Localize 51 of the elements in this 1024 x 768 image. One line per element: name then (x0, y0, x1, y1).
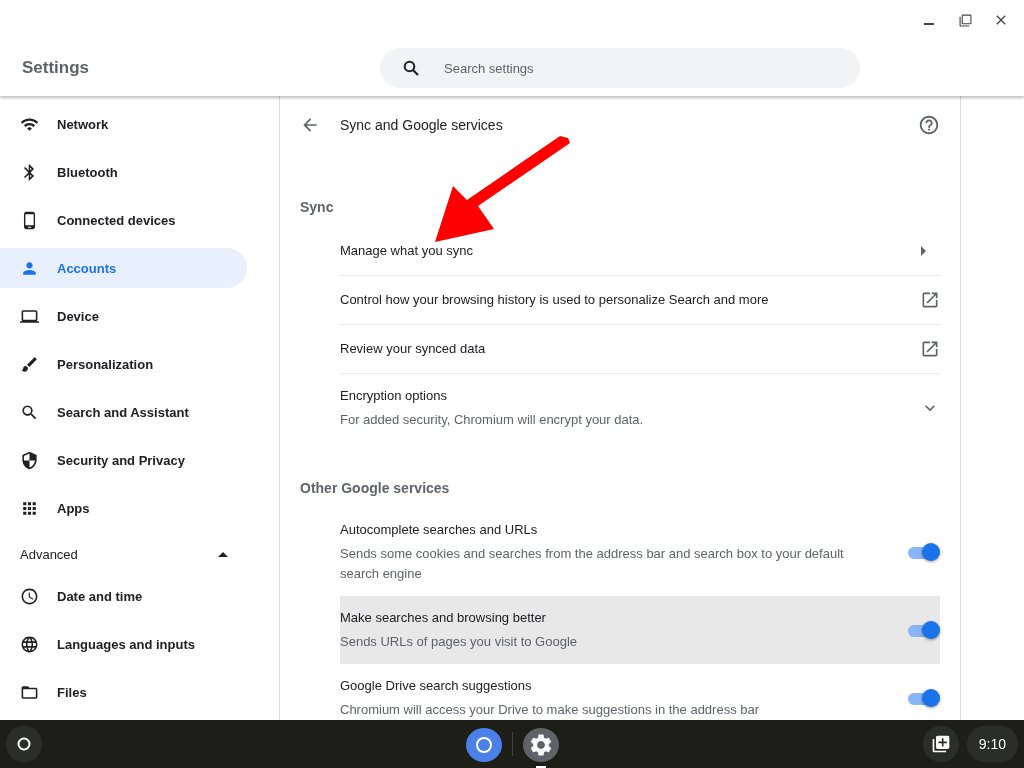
sidebar-item[interactable]: Personalization (0, 344, 247, 384)
sidebar-item[interactable]: Network (0, 104, 247, 144)
row-label: Google Drive search suggestions (340, 677, 533, 695)
screenshot-button[interactable] (922, 726, 959, 762)
search-field[interactable]: Search settings (380, 48, 860, 88)
brush-icon (20, 354, 39, 374)
clock-button[interactable]: 9:10 (966, 726, 1018, 762)
row-label: Review your synced data (340, 340, 486, 358)
open-external-button[interactable] (920, 290, 940, 310)
sidebar-item[interactable]: Files (0, 672, 247, 712)
sidebar-item[interactable]: Bluetooth (0, 152, 247, 192)
row-highlight[interactable]: Make searches and browsing better Sends URLs of pages you visit to Google (340, 596, 940, 664)
sidebar-item[interactable]: Date and time (0, 576, 247, 616)
row-label: Make searches and browsing better (340, 609, 547, 627)
caret-icon (218, 551, 228, 557)
row-description: Sends URLs of pages you visit to Google (340, 633, 578, 651)
toggle-switch[interactable] (906, 688, 940, 708)
help-button[interactable] (918, 113, 940, 136)
page-title: Sync and Google services (340, 116, 504, 133)
toggle-switch[interactable] (906, 620, 940, 640)
section-title: Sync (300, 199, 335, 215)
stacked-squares-icon (930, 734, 951, 754)
row-label: Control how your browsing history is used to personalize Search and more (340, 291, 769, 309)
caret-icon[interactable] (921, 246, 926, 256)
sidebar-item[interactable]: Search and Assistant (0, 392, 247, 432)
advanced-toggle[interactable]: Advanced (0, 540, 248, 568)
shield-icon (20, 450, 39, 470)
minimize-icon (924, 23, 934, 25)
toggle-switch[interactable] (906, 542, 940, 562)
sidebar-item[interactable]: Security and Privacy (0, 440, 247, 480)
row-label: Autocomplete searches and URLs (340, 521, 539, 539)
circle-icon (17, 737, 31, 751)
sidebar-item[interactable]: Languages and inputs (0, 624, 247, 664)
sidebar-item[interactable]: Device (0, 296, 247, 336)
restore-icon (958, 13, 972, 27)
sidebar-item[interactable]: Accounts (0, 248, 247, 288)
open-external-button[interactable] (920, 339, 940, 359)
row-description: Chromium will access your Drive to make suggestions in the address bar (340, 701, 760, 719)
launcher-button[interactable] (6, 726, 42, 762)
sidebar-item[interactable]: Apps (0, 488, 247, 528)
row-label: Encryption options (340, 387, 448, 405)
row-description: For added security, Chromium will encrypt your data. (340, 411, 644, 429)
app-title: Settings (21, 58, 91, 78)
search-icon (20, 402, 39, 422)
section-title: Other Google services (300, 480, 451, 496)
globe-icon (20, 634, 39, 654)
row-description: Sends some cookies and searches from the address bar and search box to your default search engine (340, 545, 845, 583)
search-icon (403, 60, 419, 76)
sidebar-item[interactable]: Connected devices (0, 200, 247, 240)
clock-icon (20, 586, 39, 606)
row-label: Manage what you sync (340, 242, 473, 260)
